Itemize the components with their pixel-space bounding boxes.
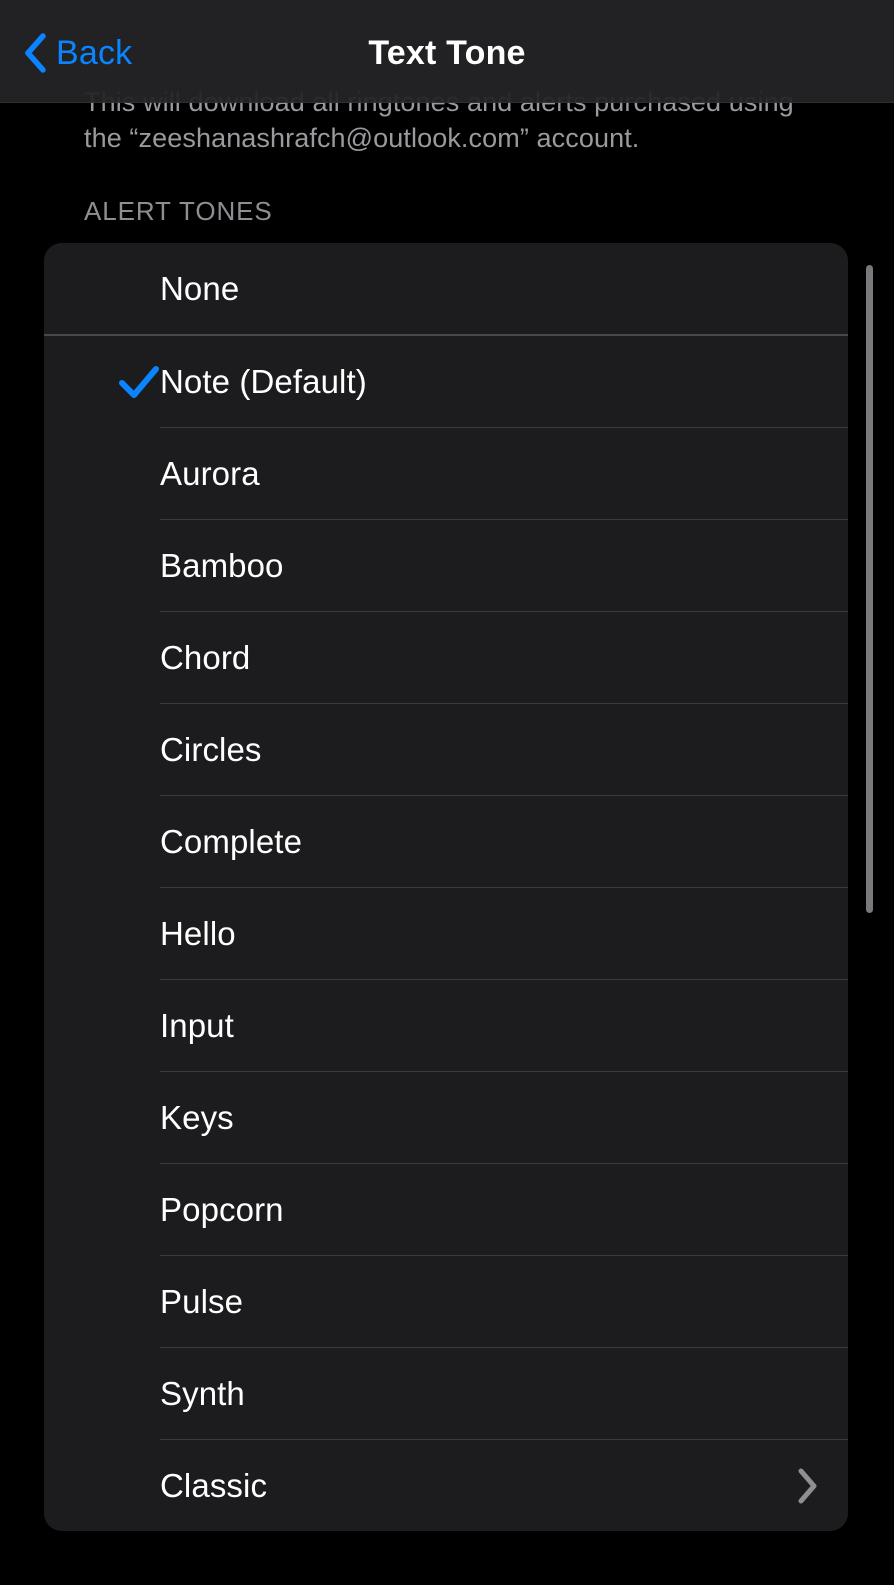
list-item-label: Aurora: [160, 454, 260, 492]
list-item[interactable]: Keys: [44, 1072, 848, 1163]
list-item-label: Hello: [160, 914, 236, 952]
list-item-label: Popcorn: [160, 1190, 284, 1228]
list-item-label: Keys: [160, 1098, 234, 1136]
list-item-label: None: [160, 269, 240, 307]
vertical-scrollbar[interactable]: [866, 265, 873, 913]
list-item-label: Chord: [160, 638, 251, 676]
list-item[interactable]: Bamboo: [44, 520, 848, 611]
list-item[interactable]: Aurora: [44, 428, 848, 519]
navigation-bar: Back Text Tone: [0, 0, 894, 103]
list-item-label: Complete: [160, 822, 303, 860]
list-item-label: Circles: [160, 730, 262, 768]
settings-scroll-view[interactable]: This will download all ringtones and ale…: [0, 0, 894, 1585]
list-item[interactable]: Hello: [44, 888, 848, 979]
list-item-label: Synth: [160, 1374, 245, 1412]
page-title: Text Tone: [368, 34, 526, 72]
alert-tones-list: None Note (Default) Aurora Bamboo Chord Circl…: [44, 243, 848, 1531]
list-item[interactable]: Circles: [44, 704, 848, 795]
list-item-label: Pulse: [160, 1282, 244, 1320]
list-item[interactable]: None: [44, 243, 848, 334]
list-item[interactable]: Classic: [44, 1440, 848, 1531]
list-item[interactable]: Pulse: [44, 1256, 848, 1347]
list-item-label: Bamboo: [160, 546, 284, 584]
chevron-right-icon[interactable]: [794, 1464, 820, 1508]
list-item-label: Classic: [160, 1466, 268, 1504]
list-item-label: Note (Default): [160, 362, 367, 400]
phone-screen: This will download all ringtones and ale…: [0, 0, 894, 1585]
list-item[interactable]: Chord: [44, 612, 848, 703]
list-item[interactable]: Synth: [44, 1348, 848, 1439]
list-item[interactable]: Note (Default): [44, 336, 848, 427]
section-header-alert-tones: ALERT TONES: [84, 196, 273, 226]
list-item[interactable]: Input: [44, 980, 848, 1071]
list-item[interactable]: Popcorn: [44, 1164, 848, 1255]
checkmark-icon: [116, 359, 162, 405]
list-item[interactable]: Complete: [44, 796, 848, 887]
list-item-label: Input: [160, 1006, 234, 1044]
